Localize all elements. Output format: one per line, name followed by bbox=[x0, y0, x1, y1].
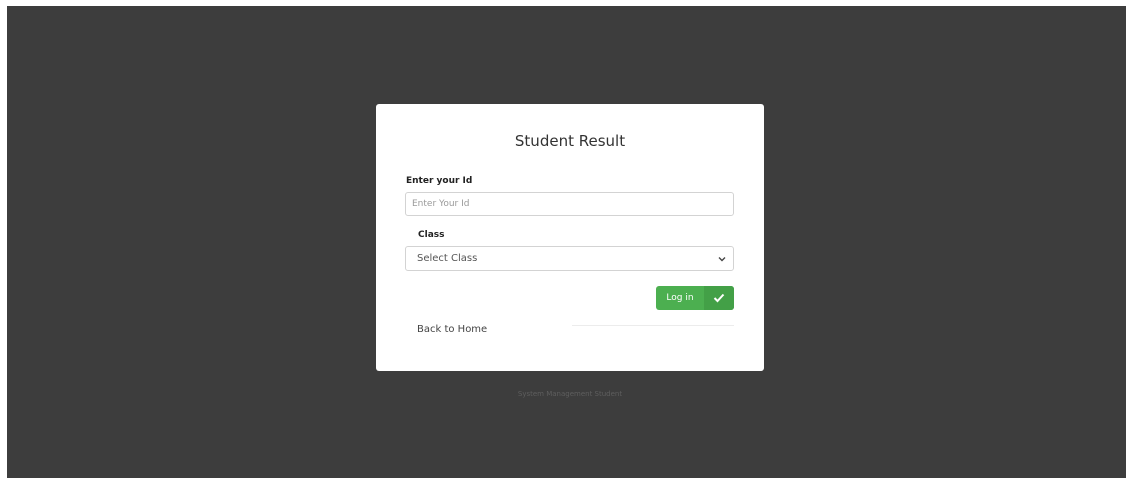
divider bbox=[572, 325, 734, 326]
login-button-label: Log in bbox=[666, 293, 694, 303]
id-input[interactable] bbox=[405, 192, 734, 216]
card-title: Student Result bbox=[514, 132, 626, 150]
chevron-down-icon bbox=[718, 257, 726, 262]
footer-text: System Management Student bbox=[517, 390, 623, 398]
login-icon-area bbox=[704, 286, 734, 310]
class-select[interactable]: Select Class bbox=[405, 246, 734, 271]
class-select-value: Select Class bbox=[417, 253, 478, 264]
page-background: Student Result Enter your Id Class Selec… bbox=[7, 6, 1126, 478]
id-label: Enter your Id bbox=[406, 176, 473, 186]
login-card: Student Result Enter your Id Class Selec… bbox=[376, 104, 764, 371]
checkmark-icon bbox=[713, 293, 725, 303]
back-to-home-link[interactable]: Back to Home bbox=[417, 324, 487, 335]
class-label: Class bbox=[418, 230, 445, 240]
login-button[interactable]: Log in bbox=[656, 286, 734, 310]
